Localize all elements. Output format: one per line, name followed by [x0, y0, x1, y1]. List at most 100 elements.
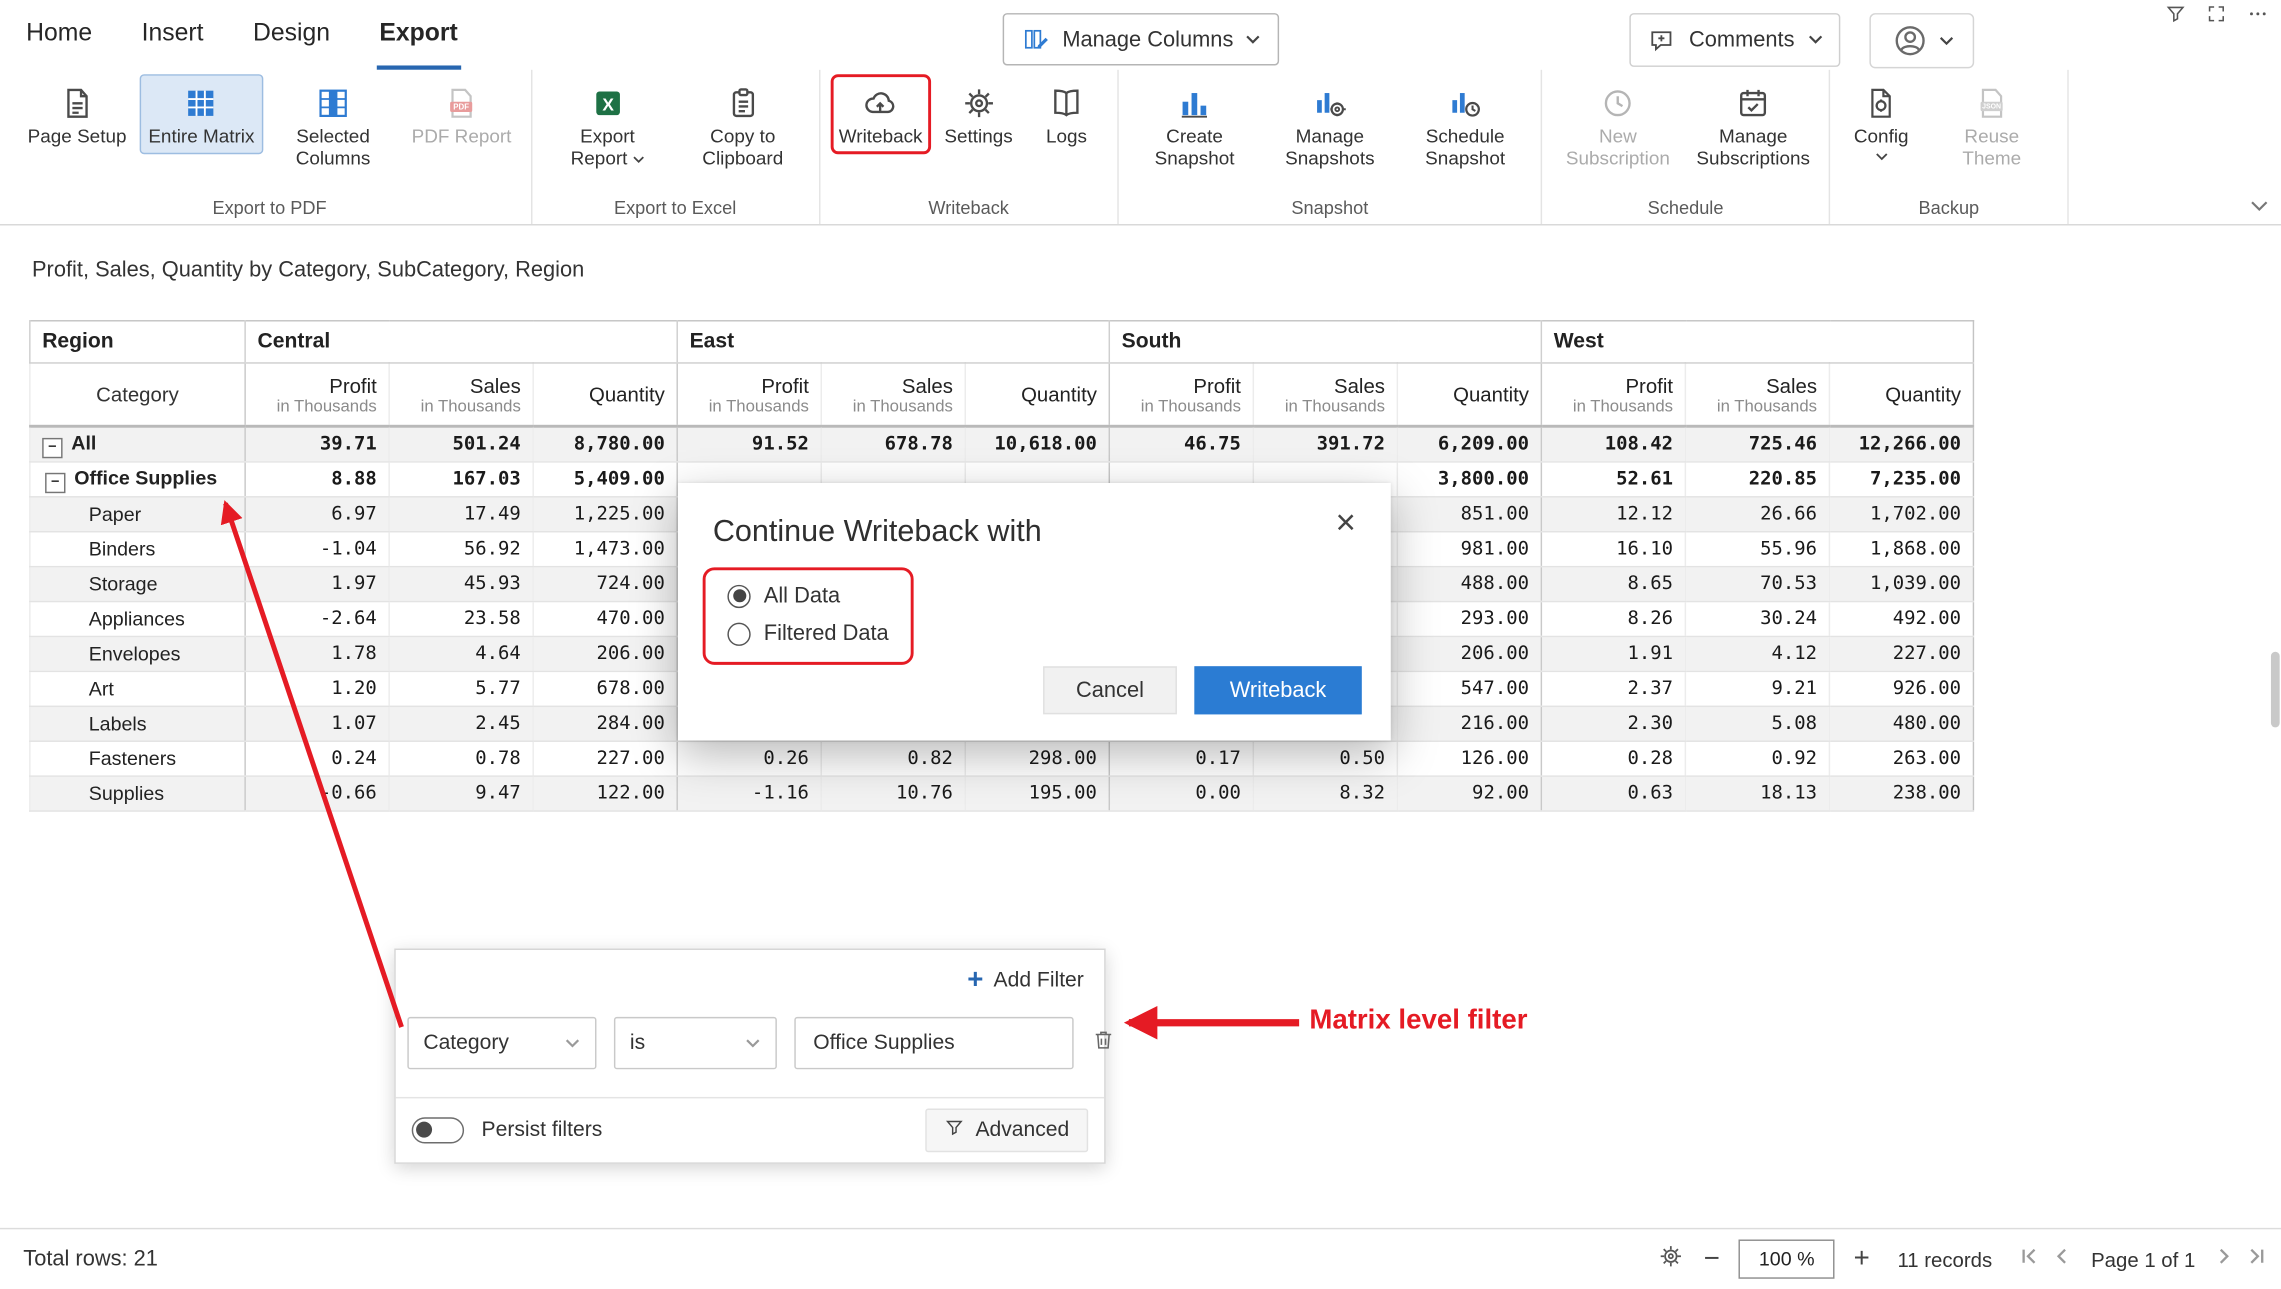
tab-home[interactable]: Home [23, 0, 95, 70]
matrix-cell: 8.32 [1253, 776, 1397, 811]
matrix-cell: 0.00 [1109, 776, 1253, 811]
focus-mode-icon[interactable] [2205, 3, 2227, 32]
filter-operator-select[interactable]: is [614, 1017, 777, 1069]
matrix-cell: 470.00 [533, 602, 677, 637]
row-label-binders[interactable]: Binders [30, 532, 245, 567]
advanced-button[interactable]: Advanced [925, 1109, 1089, 1153]
top-bar: Home Insert Design Export Manage Columns… [0, 0, 2281, 70]
option-all-data[interactable]: All Data [727, 583, 888, 608]
next-page-icon[interactable] [2214, 1246, 2233, 1272]
matrix-cell: 0.28 [1541, 741, 1685, 776]
matrix-cell: 2.45 [389, 706, 533, 741]
row-label-all[interactable]: −All [30, 426, 245, 462]
schedule-snapshot-button[interactable]: Schedule Snapshot [1400, 74, 1531, 175]
row-label-office-supplies[interactable]: −Office Supplies [30, 462, 245, 497]
group-label: Snapshot [1129, 196, 1531, 224]
add-filter-button[interactable]: + Add Filter [967, 966, 1084, 994]
row-label-appliances[interactable]: Appliances [30, 602, 245, 637]
collapse-ribbon-icon[interactable] [2249, 193, 2269, 219]
manage-snapshots-button[interactable]: Manage Snapshots [1264, 74, 1395, 175]
filter-icon[interactable] [2165, 3, 2187, 32]
manage-columns-icon [1022, 25, 1051, 54]
option-filtered-data[interactable]: Filtered Data [727, 621, 888, 646]
matrix-cell: 46.75 [1109, 426, 1253, 462]
row-label-paper[interactable]: Paper [30, 497, 245, 532]
row-label-envelopes[interactable]: Envelopes [30, 636, 245, 671]
page-indicator: Page 1 of 1 [2091, 1247, 2195, 1270]
persist-filters-toggle[interactable] [412, 1117, 464, 1143]
reuse-theme-button[interactable]: JSON Reuse Theme [1926, 74, 2057, 175]
row-label-labels[interactable]: Labels [30, 706, 245, 741]
matrix-cell: 2.37 [1541, 671, 1685, 706]
matrix-cell: 1.07 [245, 706, 389, 741]
logs-button[interactable]: Logs [1026, 74, 1107, 154]
matrix-cell: 92.00 [1397, 776, 1541, 811]
row-label-art[interactable]: Art [30, 671, 245, 706]
more-options-icon[interactable] [2246, 3, 2269, 32]
collapse-icon[interactable]: − [42, 437, 62, 457]
writeback-button[interactable]: Writeback [830, 74, 931, 154]
matrix-cell: -2.64 [245, 602, 389, 637]
export-report-button[interactable]: X Export Report [542, 74, 673, 175]
entire-matrix-button[interactable]: Entire Matrix [140, 74, 264, 154]
zoom-level-input[interactable]: 100 % [1739, 1239, 1835, 1278]
chevron-down-icon [1245, 34, 1260, 44]
filter-field-select[interactable]: Category [407, 1017, 596, 1069]
tab-export[interactable]: Export [377, 0, 461, 70]
page-setup-button[interactable]: Page Setup [19, 74, 135, 154]
funnel-icon [943, 1117, 963, 1143]
radio-selected-icon[interactable] [727, 584, 750, 607]
pdf-report-button[interactable]: PDF PDF Report [403, 74, 520, 154]
zoom-in-button[interactable]: + [1854, 1245, 1870, 1273]
radio-unselected-icon[interactable] [727, 622, 750, 645]
measure-header-quantity: Quantity [965, 363, 1109, 426]
matrix-cell: 26.66 [1685, 497, 1829, 532]
row-label-supplies[interactable]: Supplies [30, 776, 245, 811]
writeback-dialog: Continue Writeback with × All Data Filte… [678, 483, 1391, 740]
region-header-west: West [1541, 321, 1973, 363]
matrix-cell: 8,780.00 [533, 426, 677, 462]
selected-columns-button[interactable]: Selected Columns [268, 74, 399, 175]
delete-filter-icon[interactable] [1091, 1026, 1116, 1059]
close-icon[interactable]: × [1335, 506, 1355, 541]
cancel-button[interactable]: Cancel [1043, 666, 1177, 714]
tab-design[interactable]: Design [250, 0, 333, 70]
dialog-title: Continue Writeback with [713, 515, 1042, 550]
matrix-cell: 1.78 [245, 636, 389, 671]
tab-insert[interactable]: Insert [139, 0, 207, 70]
row-label-fasteners[interactable]: Fasteners [30, 741, 245, 776]
matrix-cell: 206.00 [1397, 636, 1541, 671]
matrix-cell: 6.97 [245, 497, 389, 532]
config-doc-gear-icon [1862, 84, 1900, 122]
vertical-scrollbar[interactable] [2271, 652, 2280, 728]
zoom-out-button[interactable]: − [1704, 1245, 1720, 1273]
category-header: Category [30, 363, 245, 426]
create-snapshot-button[interactable]: Create Snapshot [1129, 74, 1260, 175]
settings-gear-icon[interactable] [1657, 1242, 1685, 1277]
previous-page-icon[interactable] [2053, 1246, 2072, 1272]
ribbon-group-export-to-pdf: Page Setup Entire Matrix Selected Column… [9, 70, 532, 224]
settings-button[interactable]: Settings [936, 74, 1022, 154]
filter-value-input[interactable]: Office Supplies [794, 1017, 1073, 1069]
writeback-confirm-button[interactable]: Writeback [1194, 666, 1361, 714]
matrix-cell: 547.00 [1397, 671, 1541, 706]
config-button[interactable]: Config [1840, 74, 1921, 167]
first-page-icon[interactable] [2020, 1246, 2039, 1272]
account-menu[interactable] [1869, 13, 1974, 68]
row-header-region: Region [30, 321, 245, 363]
last-page-icon[interactable] [2248, 1246, 2267, 1272]
manage-subscriptions-button[interactable]: Manage Subscriptions [1688, 74, 1819, 175]
matrix-cell: 501.24 [389, 426, 533, 462]
copy-to-clipboard-button[interactable]: Copy to Clipboard [677, 74, 808, 175]
comments-button[interactable]: Comments [1629, 13, 1839, 67]
collapse-icon[interactable]: − [45, 472, 65, 492]
matrix-cell: 55.96 [1685, 532, 1829, 567]
total-rows-label: Total rows: 21 [23, 1247, 158, 1272]
matrix-cell: 5,409.00 [533, 462, 677, 497]
new-subscription-button[interactable]: New Subscription [1552, 74, 1683, 175]
matrix-row: Fasteners0.240.78227.000.260.82298.000.1… [30, 741, 1974, 776]
ribbon-group-backup: Config JSON Reuse Theme Backup [1830, 70, 2069, 224]
row-label-storage[interactable]: Storage [30, 567, 245, 602]
matrix-cell: 12,266.00 [1829, 426, 1973, 462]
manage-columns-button[interactable]: Manage Columns [1003, 13, 1279, 65]
